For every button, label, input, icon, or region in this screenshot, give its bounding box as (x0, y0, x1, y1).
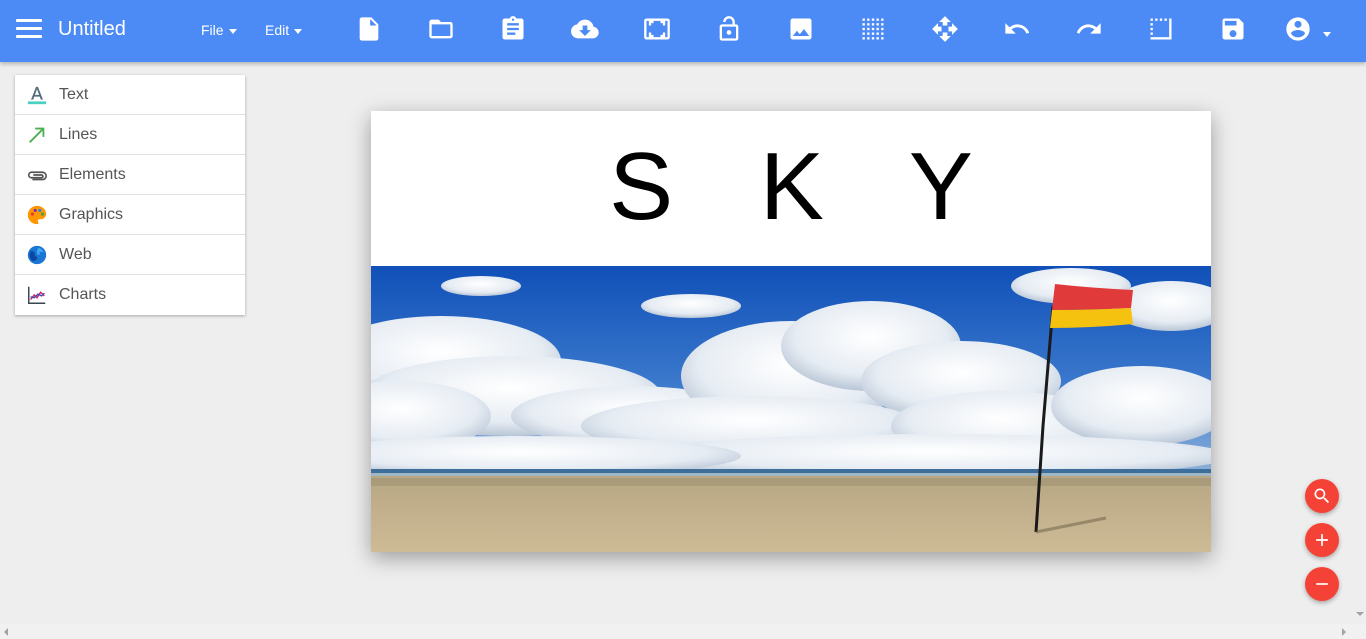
zoom-in-button[interactable] (1305, 523, 1339, 557)
scroll-left-arrow-icon[interactable] (4, 628, 8, 636)
redo-icon[interactable] (1075, 15, 1103, 43)
file-menu[interactable]: File (201, 22, 237, 38)
horizontal-scrollbar[interactable] (0, 624, 1366, 639)
lock-icon[interactable] (715, 15, 743, 43)
slide-canvas[interactable]: S K Y (371, 111, 1211, 552)
top-toolbar: Untitled File Edit (0, 0, 1366, 62)
caret-down-icon (1323, 31, 1331, 37)
hamburger-menu-icon[interactable] (16, 19, 42, 41)
line-chart-icon (26, 284, 48, 306)
caret-down-icon (294, 28, 303, 34)
save-icon[interactable] (1219, 15, 1247, 43)
undo-icon[interactable] (1003, 15, 1031, 43)
account-icon[interactable] (1284, 15, 1312, 43)
beach-sky-photo[interactable] (371, 266, 1211, 552)
insert-panel: Text Lines Elements Graphics Web Charts (15, 75, 245, 315)
clipboard-icon[interactable] (499, 15, 527, 43)
panel-item-lines[interactable]: Lines (15, 115, 245, 155)
arrow-line-icon (26, 124, 48, 146)
panel-item-label: Elements (59, 166, 126, 183)
account-dropdown-icon[interactable] (1323, 25, 1331, 41)
vertical-scroll-down-arrow-icon[interactable] (1356, 612, 1364, 616)
globe-icon (26, 244, 48, 266)
panel-item-label: Charts (59, 286, 107, 303)
search-icon (1314, 488, 1330, 504)
open-folder-icon[interactable] (427, 15, 455, 43)
paperclip-icon (26, 164, 48, 186)
palette-icon (26, 204, 48, 226)
panel-item-charts[interactable]: Charts (15, 275, 245, 315)
plus-icon (1316, 534, 1328, 546)
beach-sky-image (371, 266, 1211, 552)
panel-item-label: Lines (59, 126, 98, 143)
panel-item-graphics[interactable]: Graphics (15, 195, 245, 235)
new-file-icon[interactable] (355, 15, 383, 43)
scroll-right-arrow-icon[interactable] (1342, 628, 1346, 636)
cloud-download-icon[interactable] (571, 15, 599, 43)
panel-item-web[interactable]: Web (15, 235, 245, 275)
caret-down-icon (228, 28, 237, 34)
border-icon[interactable] (1147, 15, 1175, 43)
move-icon[interactable] (931, 15, 959, 43)
panel-item-label: Web (59, 246, 92, 263)
panel-item-label: Graphics (59, 206, 124, 223)
fit-screen-icon[interactable] (643, 15, 671, 43)
panel-item-elements[interactable]: Elements (15, 155, 245, 195)
panel-item-label: Text (59, 86, 89, 103)
slide-title[interactable]: S K Y (371, 139, 1211, 235)
panel-item-text[interactable]: Text (15, 75, 245, 115)
text-icon (26, 84, 48, 106)
edit-menu-label: Edit (265, 22, 290, 38)
minus-icon (1316, 583, 1328, 585)
image-icon[interactable] (787, 15, 815, 43)
edit-menu[interactable]: Edit (265, 22, 303, 38)
zoom-search-button[interactable] (1305, 479, 1339, 513)
file-menu-label: File (201, 22, 224, 38)
document-title[interactable]: Untitled (58, 18, 126, 41)
zoom-out-button[interactable] (1305, 567, 1339, 601)
grid-icon[interactable] (859, 15, 887, 43)
